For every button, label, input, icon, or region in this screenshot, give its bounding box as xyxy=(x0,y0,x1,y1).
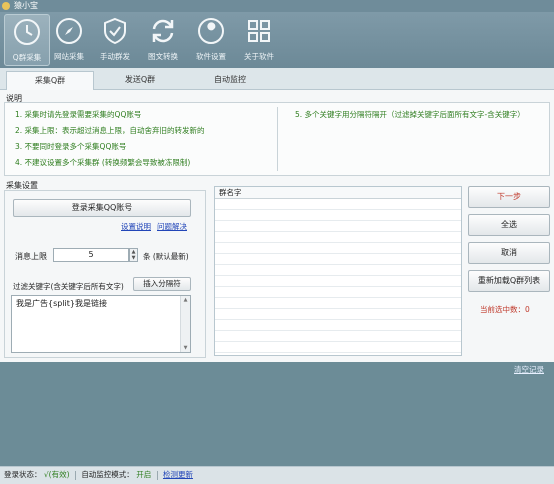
toolbar-image-convert[interactable]: 图文转换 xyxy=(140,14,186,66)
filter-keyword-label: 过滤关键字(含关键字后所有文字) xyxy=(13,282,124,291)
main-toolbar: Q群采集 网站采集 手动群发 图文转换 软件设置 关于软件 xyxy=(0,12,554,68)
table-row[interactable] xyxy=(215,199,461,210)
instructions-box: 1. 采集时请先登录需要采集的QQ账号 2. 采集上限：表示超过消息上限，自动舍… xyxy=(4,102,550,176)
select-all-button[interactable]: 全选 xyxy=(468,214,550,236)
tab-send-qq-group[interactable]: 发送Q群 xyxy=(96,71,184,90)
grid-icon xyxy=(248,20,270,42)
qq-group-list[interactable]: 群名字 xyxy=(214,186,462,356)
clear-log-link[interactable]: 清空记录 xyxy=(514,364,544,375)
scroll-up-icon[interactable]: ▲ xyxy=(182,297,189,303)
shield-icon xyxy=(104,17,126,45)
instruction-item: 2. 采集上限：表示超过消息上限，自动舍弃旧的转发新的 xyxy=(15,126,205,135)
toolbar-label: 关于软件 xyxy=(244,52,274,61)
insert-separator-button[interactable]: 插入分隔符 xyxy=(133,277,191,291)
table-row[interactable] xyxy=(215,298,461,309)
compass-icon xyxy=(56,18,82,44)
toolbar-qq-group-collect[interactable]: Q群采集 xyxy=(4,14,50,66)
instruction-item: 4. 不建议设置多个采集群 (转换频繁会导致被冻限制) xyxy=(15,158,191,167)
collect-settings-box: 登录采集QQ账号 设置说明 问题解决 消息上限 5 ▲ ▼ 条 (默认最新) 过… xyxy=(4,190,206,358)
tab-collect-qq-group[interactable]: 采集Q群 xyxy=(6,71,94,90)
filter-keyword-text: 我是广告{split}我是链接 xyxy=(16,299,108,308)
toolbar-website-collect[interactable]: 网站采集 xyxy=(46,14,92,66)
instruction-item: 1. 采集时请先登录需要采集的QQ账号 xyxy=(15,110,142,119)
column-header-group-name[interactable]: 群名字 xyxy=(215,187,461,199)
scroll-down-icon[interactable]: ▼ xyxy=(182,345,189,351)
textarea-scrollbar[interactable]: ▲ ▼ xyxy=(180,296,190,352)
instructions-divider xyxy=(277,107,278,171)
login-collect-qq-button[interactable]: 登录采集QQ账号 xyxy=(13,199,191,217)
table-row[interactable] xyxy=(215,221,461,232)
tab-auto-monitor[interactable]: 自动监控 xyxy=(186,71,274,90)
message-limit-input[interactable]: 5 xyxy=(53,248,129,262)
wrench-icon xyxy=(198,18,224,44)
limit-stepper[interactable]: ▲ ▼ xyxy=(129,248,138,262)
title-bar: 猿小宝 xyxy=(0,0,554,12)
status-bar: 登录状态： √(有效) 自动监控模式： 开启 检测更新 xyxy=(0,466,554,484)
table-row[interactable] xyxy=(215,320,461,331)
status-divider xyxy=(156,470,158,480)
status-divider xyxy=(74,470,76,480)
table-row[interactable] xyxy=(215,342,461,353)
stepper-down-icon[interactable]: ▼ xyxy=(130,255,137,261)
message-limit-unit: 条 (默认最新) xyxy=(143,252,189,261)
login-status-value: √(有效) xyxy=(43,470,70,479)
tab-content: 说明 1. 采集时请先登录需要采集的QQ账号 2. 采集上限：表示超过消息上限，… xyxy=(0,90,554,362)
toolbar-about[interactable]: 关于软件 xyxy=(236,14,282,66)
table-row[interactable] xyxy=(215,243,461,254)
sync-icon xyxy=(152,19,174,43)
table-row[interactable] xyxy=(215,287,461,298)
filter-keyword-textarea[interactable]: 我是广告{split}我是链接 ▲ ▼ xyxy=(11,295,191,353)
setup-help-link[interactable]: 设置说明 xyxy=(121,221,151,232)
auto-monitor-label: 自动监控模式： xyxy=(81,470,134,479)
table-row[interactable] xyxy=(215,210,461,221)
cancel-button[interactable]: 取消 xyxy=(468,242,550,264)
next-step-button[interactable]: 下一步 xyxy=(468,186,550,208)
app-logo-icon xyxy=(2,2,10,10)
toolbar-settings[interactable]: 软件设置 xyxy=(188,14,234,66)
toolbar-label: Q群采集 xyxy=(12,53,42,62)
reload-group-list-button[interactable]: 重新加载Q群列表 xyxy=(468,270,550,292)
toolbar-label: 图文转换 xyxy=(148,52,178,61)
toolbar-manual-send[interactable]: 手动群发 xyxy=(92,14,138,66)
check-update-link[interactable]: 检测更新 xyxy=(163,470,193,479)
instruction-item: 5. 多个关键字用分隔符隔开（过滤掉关键字后面所有文字-含关键字） xyxy=(295,110,525,119)
toolbar-label: 网站采集 xyxy=(54,52,84,61)
table-row[interactable] xyxy=(215,254,461,265)
table-row[interactable] xyxy=(215,276,461,287)
table-row[interactable] xyxy=(215,331,461,342)
selected-count: 当前选中数：0 xyxy=(480,305,530,314)
clock-icon xyxy=(14,19,40,45)
login-status-label: 登录状态： xyxy=(4,470,42,479)
toolbar-label: 软件设置 xyxy=(196,52,226,61)
message-limit-label: 消息上限 xyxy=(15,252,47,261)
table-row[interactable] xyxy=(215,309,461,320)
log-area[interactable]: 清空记录 xyxy=(0,362,554,466)
table-row[interactable] xyxy=(215,265,461,276)
table-row[interactable] xyxy=(215,232,461,243)
toolbar-label: 手动群发 xyxy=(100,52,130,61)
troubleshoot-link[interactable]: 问题解决 xyxy=(157,221,187,232)
window-title: 猿小宝 xyxy=(14,1,38,10)
auto-monitor-value: 开启 xyxy=(136,470,152,479)
instruction-item: 3. 不要同时登录多个采集QQ账号 xyxy=(15,142,127,151)
tab-bar: 采集Q群 发送Q群 自动监控 xyxy=(0,68,554,90)
